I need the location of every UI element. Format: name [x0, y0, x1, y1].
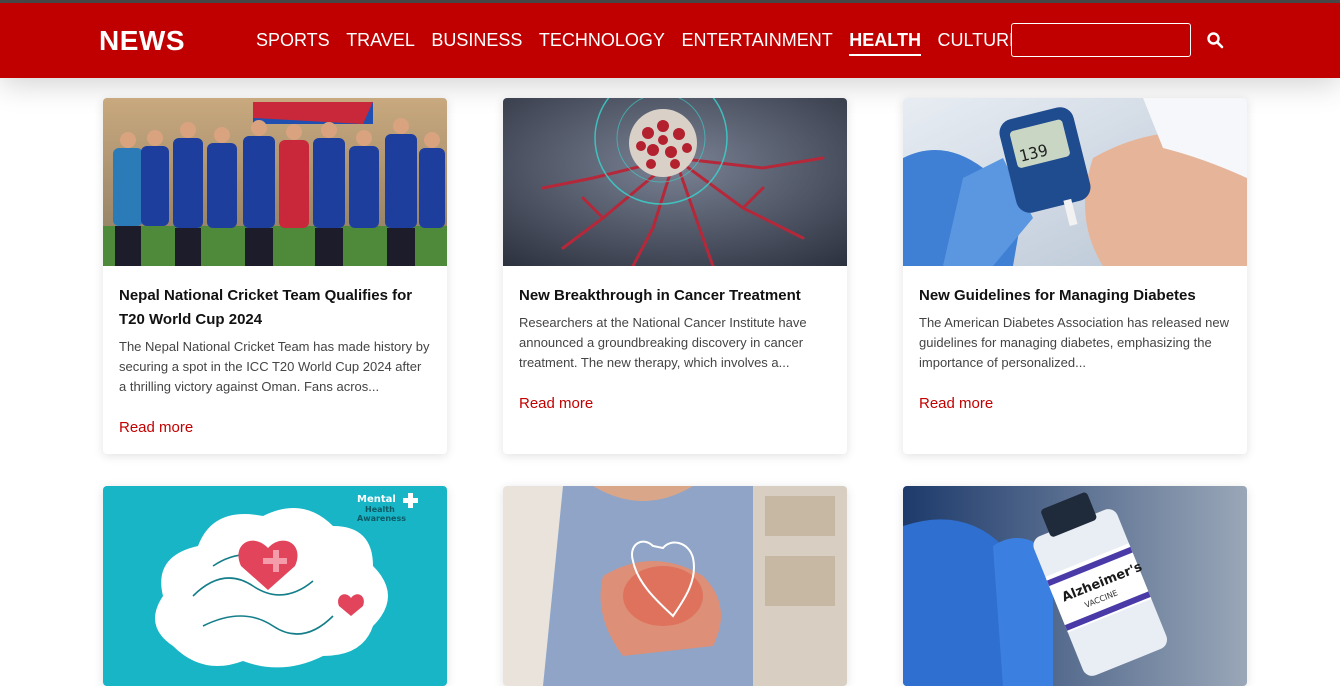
article-title[interactable]: Nepal National Cricket Team Qualifies fo… [119, 284, 431, 332]
image-caption: Health [365, 505, 395, 514]
search-icon[interactable] [1206, 31, 1224, 49]
nav-technology[interactable]: TECHNOLOGY [539, 30, 665, 56]
nav-business[interactable]: BUSINESS [431, 30, 522, 56]
cancer-cell-image[interactable] [503, 98, 847, 266]
article-title[interactable]: New Breakthrough in Cancer Treatment [519, 284, 831, 308]
article-card[interactable]: Nepal National Cricket Team Qualifies fo… [103, 98, 447, 454]
nav-sports[interactable]: SPORTS [256, 30, 330, 56]
main-nav: SPORTS TRAVEL BUSINESS TECHNOLOGY ENTERT… [256, 30, 1038, 56]
nav-travel[interactable]: TRAVEL [346, 30, 415, 56]
nav-health[interactable]: HEALTH [849, 30, 921, 56]
site-header: NEWS SPORTS TRAVEL BUSINESS TECHNOLOGY E… [0, 3, 1340, 78]
article-excerpt: The Nepal National Cricket Team has made… [119, 339, 430, 394]
mental-health-awareness-image[interactable]: Mental Health Awareness [103, 486, 447, 686]
article-title[interactable]: New Guidelines for Managing Diabetes [919, 284, 1231, 308]
nav-culture[interactable]: CULTURE [937, 30, 1021, 56]
cricket-team-celebration-image[interactable] [103, 98, 447, 266]
article-excerpt: The American Diabetes Association has re… [919, 315, 1230, 370]
image-caption: Awareness [357, 514, 406, 523]
read-more-link[interactable]: Read more [519, 395, 593, 412]
article-card[interactable]: Mental Health Awareness [103, 486, 447, 686]
heart-chest-pain-image[interactable] [503, 486, 847, 686]
article-card[interactable]: 139 New Guidelines for Managing Diabetes… [903, 98, 1247, 454]
glucose-meter-image[interactable]: 139 [903, 98, 1247, 266]
article-excerpt: Researchers at the National Cancer Insti… [519, 315, 807, 370]
alzheimers-vaccine-image[interactable]: Alzheimer's VACCINE [903, 486, 1247, 686]
article-card[interactable] [503, 486, 847, 686]
article-card[interactable]: New Breakthrough in Cancer Treatment Res… [503, 98, 847, 454]
search-input[interactable] [1011, 23, 1191, 57]
nav-entertainment[interactable]: ENTERTAINMENT [681, 30, 832, 56]
site-logo[interactable]: NEWS [99, 25, 185, 57]
image-caption: Mental [357, 494, 396, 505]
read-more-link[interactable]: Read more [119, 419, 193, 436]
article-card[interactable]: Alzheimer's VACCINE [903, 486, 1247, 686]
read-more-link[interactable]: Read more [919, 395, 993, 412]
